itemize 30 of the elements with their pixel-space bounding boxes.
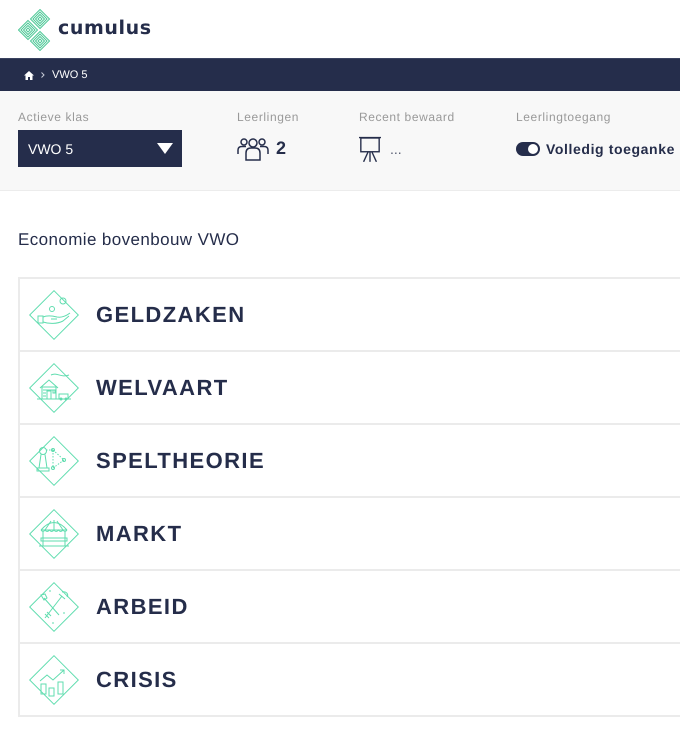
people-icon [237, 136, 269, 160]
chapter-link[interactable]: SPELTHEORIE [20, 425, 680, 498]
chapter-link[interactable]: ARBEID [20, 571, 680, 644]
breadcrumb-item[interactable]: VWO 5 [52, 69, 88, 81]
pawn-network-icon [29, 436, 79, 486]
chapter-link[interactable]: CRISIS [20, 644, 680, 717]
caret-icon [157, 143, 173, 154]
access-toggle[interactable] [516, 142, 540, 156]
logo-text: cumulus [58, 16, 152, 38]
logo-icon [18, 9, 52, 51]
market-stall-icon [29, 508, 79, 558]
chevron-icon [41, 72, 45, 78]
easel-icon [359, 136, 381, 162]
hand-coins-icon [29, 290, 79, 340]
chapter-link[interactable]: WELVAART [20, 352, 680, 425]
home-icon[interactable] [24, 70, 34, 80]
tools-icon [29, 582, 79, 632]
recent-saved-value: ... [390, 140, 402, 156]
course-title: Economie bovenbouw VWO [18, 229, 240, 251]
access-label: Volledig toeganke [546, 140, 675, 156]
chapter-link[interactable]: MARKT [20, 498, 680, 571]
house-icon [29, 362, 79, 412]
field-label: Actieve klas [18, 110, 90, 124]
bar-chart-icon [29, 654, 79, 704]
field-label: Recent bewaard [359, 110, 455, 124]
chapter-link[interactable]: GELDZAKEN [20, 279, 680, 352]
student-count: 2 [276, 138, 286, 159]
field-label: Leerlingen [237, 110, 300, 124]
class-dropdown[interactable]: VWO 5 [18, 130, 182, 167]
field-label: Leerlingtoegang [516, 110, 612, 124]
